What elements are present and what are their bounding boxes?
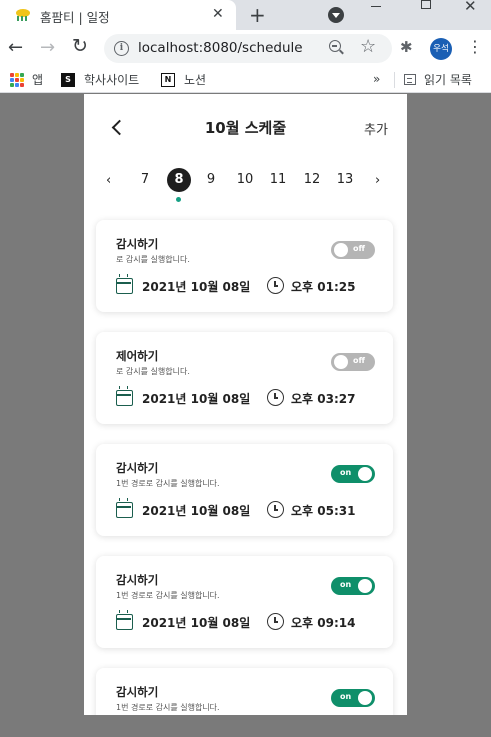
schedule-title: 감시하기	[116, 573, 159, 587]
extensions-puzzle-icon[interactable]: ✱	[400, 38, 413, 56]
schedule-date: 2021년 10월 08일	[142, 504, 251, 518]
schedule-title: 감시하기	[116, 685, 159, 699]
calendar-icon	[116, 386, 133, 406]
schedule-date: 2021년 10월 08일	[142, 392, 251, 406]
bookmarks-overflow-icon[interactable]: »	[373, 72, 380, 86]
minimize-icon[interactable]	[371, 6, 381, 7]
tab-strip: 홈팜티 | 일정 ✕ + ✕	[0, 0, 491, 30]
bookmark-haksa[interactable]: S 학사사이트	[61, 71, 139, 88]
bookmarks-bar: 앱 S 학사사이트 N 노션 » 읽기 목록	[0, 67, 491, 93]
profile-avatar[interactable]: 우석	[430, 38, 452, 60]
browser-toolbar: ← → ↻ i localhost:8080/schedule ☆ ✱ 우석 ⋮	[0, 30, 491, 67]
address-bar[interactable]: i localhost:8080/schedule ☆	[104, 34, 392, 63]
day-13[interactable]: 13	[333, 172, 357, 187]
schedule-toggle[interactable]: on	[331, 465, 375, 483]
clock-icon	[267, 613, 284, 630]
schedule-card[interactable]: 감시하기 1번 경로로 감시를 실행합니다. on	[96, 668, 393, 715]
next-week-icon[interactable]: ›	[375, 173, 380, 188]
forward-arrow-icon: →	[40, 37, 56, 58]
url-text[interactable]: localhost:8080/schedule	[138, 40, 303, 56]
tab-title: 홈팜티 | 일정	[40, 10, 110, 25]
schedule-description: 로 감시를 실행합니다.	[116, 255, 190, 264]
notion-icon: N	[161, 72, 175, 87]
schedule-toggle[interactable]: on	[331, 577, 375, 595]
schedule-card[interactable]: 제어하기 로 감시를 실행합니다. off 2021년 10월 08일 오후 0…	[96, 332, 393, 424]
schedule-toggle[interactable]: off	[331, 241, 375, 259]
tab-search-icon[interactable]	[328, 7, 344, 23]
back-arrow-icon[interactable]: ←	[8, 37, 23, 58]
divider	[394, 72, 395, 88]
schedule-description: 로 감시를 실행합니다.	[116, 367, 190, 376]
schedule-time: 오후 09:14	[291, 616, 356, 630]
calendar-icon	[116, 498, 133, 518]
tab-close-icon[interactable]: ✕	[212, 6, 224, 22]
schedule-time: 오후 03:27	[291, 392, 356, 406]
toggle-knob	[334, 355, 348, 369]
schedule-description: 1번 경로로 감시를 실행합니다.	[116, 591, 220, 600]
day-12[interactable]: 12	[300, 172, 324, 187]
zoom-out-icon[interactable]	[329, 40, 341, 52]
s-logo-icon: S	[61, 72, 75, 87]
reading-list-button[interactable]: 읽기 목록	[404, 71, 472, 88]
schedule-title: 감시하기	[116, 237, 159, 251]
window-close-icon[interactable]: ✕	[464, 0, 477, 15]
toggle-label: off	[353, 244, 365, 253]
maximize-icon[interactable]	[421, 0, 431, 9]
day-8-selected[interactable]: 8	[167, 168, 191, 192]
day-9[interactable]: 9	[199, 172, 223, 187]
day-11[interactable]: 11	[266, 172, 290, 187]
site-info-icon[interactable]: i	[114, 41, 129, 56]
toggle-knob	[358, 579, 372, 593]
schedule-card[interactable]: 감시하기 로 감시를 실행합니다. off 2021년 10월 08일 오후 0…	[96, 220, 393, 312]
reload-icon[interactable]: ↻	[72, 35, 88, 57]
bookmark-label: 노션	[184, 73, 207, 87]
schedule-date: 2021년 10월 08일	[142, 280, 251, 294]
apps-grid-icon	[10, 72, 24, 87]
schedule-title: 제어하기	[116, 349, 159, 363]
selected-day-dot	[176, 197, 181, 202]
browser-menu-icon[interactable]: ⋮	[467, 37, 483, 56]
day-10[interactable]: 10	[233, 172, 257, 187]
new-tab-button[interactable]: +	[249, 3, 266, 27]
cloud-favicon-icon	[16, 9, 30, 21]
schedule-date: 2021년 10월 08일	[142, 616, 251, 630]
schedule-time: 오후 01:25	[291, 280, 356, 294]
bookmark-label: 학사사이트	[84, 73, 140, 87]
prev-week-icon[interactable]: ‹	[106, 173, 111, 188]
bookmark-notion[interactable]: N 노션	[161, 71, 206, 88]
active-tab[interactable]: 홈팜티 | 일정 ✕	[0, 0, 236, 30]
bookmark-apps[interactable]: 앱	[10, 71, 43, 88]
calendar-icon	[116, 274, 133, 294]
schedule-toggle[interactable]: on	[331, 689, 375, 707]
reading-list-icon	[404, 74, 416, 85]
schedule-description: 1번 경로로 감시를 실행합니다.	[116, 479, 220, 488]
clock-icon	[267, 501, 284, 518]
clock-icon	[267, 277, 284, 294]
bookmark-label: 앱	[32, 73, 44, 87]
schedule-title: 감시하기	[116, 461, 159, 475]
calendar-icon	[116, 610, 133, 630]
schedule-toggle[interactable]: off	[331, 353, 375, 371]
toggle-label: on	[340, 692, 352, 701]
schedule-description: 1번 경로로 감시를 실행합니다.	[116, 703, 220, 712]
schedule-card[interactable]: 감시하기 1번 경로로 감시를 실행합니다. on 2021년 10월 08일 …	[96, 444, 393, 536]
toggle-knob	[358, 691, 372, 705]
add-schedule-button[interactable]: 추가	[364, 119, 388, 138]
toggle-label: off	[353, 356, 365, 365]
schedule-time: 오후 05:31	[291, 504, 356, 518]
day-7[interactable]: 7	[133, 172, 157, 187]
toggle-label: on	[340, 580, 352, 589]
schedule-page: 10월 스케줄 추가 ‹ 7 8 9 10 11 12 13 › 감시하기 로 …	[84, 94, 407, 715]
clock-icon	[267, 389, 284, 406]
toggle-knob	[358, 467, 372, 481]
reading-list-label: 읽기 목록	[424, 73, 472, 87]
page-title: 10월 스케줄	[204, 119, 287, 137]
schedule-card[interactable]: 감시하기 1번 경로로 감시를 실행합니다. on 2021년 10월 08일 …	[96, 556, 393, 648]
bookmark-star-icon[interactable]: ☆	[360, 36, 376, 57]
toggle-label: on	[340, 468, 352, 477]
toggle-knob	[334, 243, 348, 257]
